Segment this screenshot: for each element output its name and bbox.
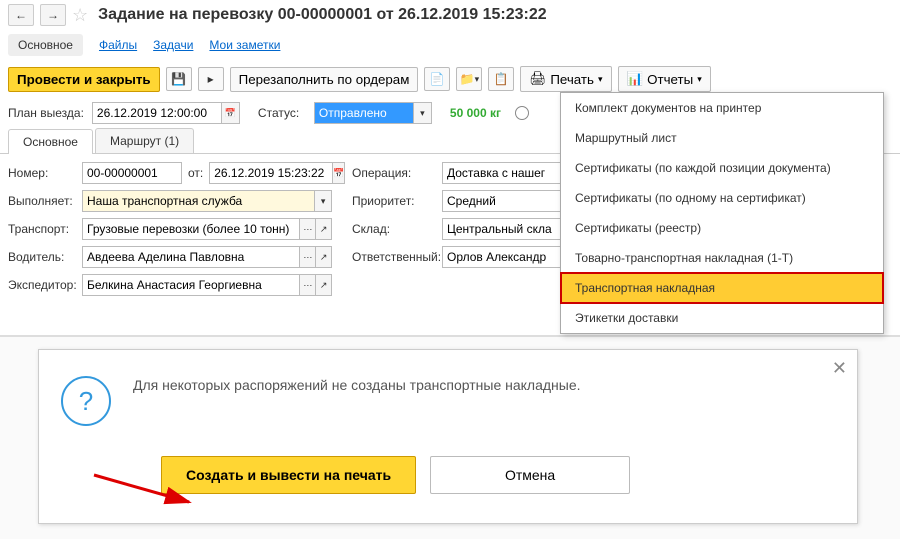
- back-button[interactable]: ←: [8, 4, 34, 26]
- forwarder-select-button[interactable]: ⋯: [300, 274, 316, 296]
- section-files[interactable]: Файлы: [99, 38, 137, 52]
- save-button[interactable]: 💾: [166, 67, 192, 91]
- calendar-icon: 📅: [225, 108, 236, 119]
- dd-item-docset[interactable]: Комплект документов на принтер: [561, 93, 883, 123]
- plan-departure-input[interactable]: [92, 102, 222, 124]
- warehouse-label: Склад:: [352, 222, 442, 236]
- dd-item-cert-one[interactable]: Сертификаты (по одному на сертификат): [561, 183, 883, 213]
- transport-label: Транспорт:: [8, 222, 82, 236]
- forwarder-label: Экспедитор:: [8, 278, 82, 292]
- number-label: Номер:: [8, 166, 82, 180]
- dd-item-ttn[interactable]: Товарно-транспортная накладная (1-Т): [561, 243, 883, 273]
- refill-by-orders-button[interactable]: Перезаполнить по ордерам: [230, 67, 419, 92]
- section-notes[interactable]: Мои заметки: [209, 38, 280, 52]
- question-icon: ?: [61, 376, 111, 426]
- doc-icon-button[interactable]: 📄: [424, 67, 450, 91]
- post-button[interactable]: ▸: [198, 67, 224, 91]
- number-input[interactable]: [82, 162, 182, 184]
- status-label: Статус:: [258, 106, 306, 120]
- calendar-icon: 📅: [333, 168, 344, 179]
- dialog-close-button[interactable]: ✕: [832, 358, 847, 379]
- executor-label: Выполняет:: [8, 194, 82, 208]
- printer-icon: 🖨: [529, 71, 546, 87]
- plan-departure-label: План выезда:: [8, 106, 84, 120]
- driver-open-button[interactable]: ↗: [316, 246, 332, 268]
- dd-item-transport-invoice[interactable]: Транспортная накладная: [561, 273, 883, 303]
- structure-icon: 📋: [494, 72, 509, 86]
- print-dropdown-menu: Комплект документов на принтер Маршрутны…: [560, 92, 884, 334]
- transport-select-button[interactable]: ⋯: [300, 218, 316, 240]
- post-icon: ▸: [208, 72, 214, 86]
- dialog-overlay: ✕ ? Для некоторых распоряжений не создан…: [0, 335, 900, 539]
- driver-select-button[interactable]: ⋯: [300, 246, 316, 268]
- folder-icon: 📁: [460, 72, 475, 86]
- dd-item-cert-each[interactable]: Сертификаты (по каждой позиции документа…: [561, 153, 883, 183]
- status-dropdown-button[interactable]: ▾: [414, 102, 432, 124]
- tab-route[interactable]: Маршрут (1): [95, 128, 194, 153]
- status-input[interactable]: [314, 102, 414, 124]
- reports-label: Отчеты: [647, 72, 693, 87]
- priority-label: Приоритет:: [352, 194, 442, 208]
- operation-label: Операция:: [352, 166, 442, 180]
- dd-item-labels[interactable]: Этикетки доставки: [561, 303, 883, 333]
- create-and-print-button[interactable]: Создать и вывести на печать: [161, 456, 416, 494]
- print-label: Печать: [550, 72, 594, 87]
- from-date-input[interactable]: [209, 162, 333, 184]
- from-calendar-button[interactable]: 📅: [333, 162, 345, 184]
- folder-icon-button[interactable]: 📁▾: [456, 67, 482, 91]
- section-main[interactable]: Основное: [8, 34, 83, 56]
- dd-item-cert-registry[interactable]: Сертификаты (реестр): [561, 213, 883, 243]
- calendar-button[interactable]: 📅: [222, 102, 240, 124]
- structure-icon-button[interactable]: 📋: [488, 67, 514, 91]
- dd-item-routesheet[interactable]: Маршрутный лист: [561, 123, 883, 153]
- transport-input[interactable]: [82, 218, 300, 240]
- weight-value: 50 000 кг: [450, 106, 501, 120]
- reports-button[interactable]: 📊 Отчеты ▾: [618, 66, 711, 92]
- weight-radio[interactable]: [515, 106, 529, 120]
- executor-select-button[interactable]: ▾: [315, 190, 332, 212]
- executor-input[interactable]: [82, 190, 315, 212]
- post-and-close-button[interactable]: Провести и закрыть: [8, 67, 160, 92]
- tab-main[interactable]: Основное: [8, 129, 93, 154]
- favorite-star-icon[interactable]: ☆: [72, 5, 88, 26]
- driver-input[interactable]: [82, 246, 300, 268]
- from-label: от:: [188, 166, 203, 180]
- chevron-down-icon: ▾: [598, 74, 603, 85]
- forwarder-input[interactable]: [82, 274, 300, 296]
- confirm-dialog: ✕ ? Для некоторых распоряжений не создан…: [38, 349, 858, 524]
- forward-button[interactable]: →: [40, 4, 66, 26]
- section-tasks[interactable]: Задачи: [153, 38, 193, 52]
- chevron-down-icon: ▾: [420, 108, 425, 119]
- dialog-message: Для некоторых распоряжений не созданы тр…: [133, 376, 581, 396]
- page-title: Задание на перевозку 00-00000001 от 26.1…: [98, 6, 547, 24]
- forwarder-open-button[interactable]: ↗: [316, 274, 332, 296]
- responsible-label: Ответственный:: [352, 250, 442, 264]
- chevron-down-icon: ▾: [697, 74, 702, 85]
- cancel-button[interactable]: Отмена: [430, 456, 630, 494]
- save-icon: 💾: [171, 72, 186, 86]
- chevron-down-icon: ▾: [475, 74, 480, 85]
- transport-open-button[interactable]: ↗: [316, 218, 332, 240]
- print-button[interactable]: 🖨 Печать ▾: [520, 66, 611, 92]
- driver-label: Водитель:: [8, 250, 82, 264]
- report-icon: 📊: [627, 71, 644, 87]
- document-icon: 📄: [430, 72, 445, 86]
